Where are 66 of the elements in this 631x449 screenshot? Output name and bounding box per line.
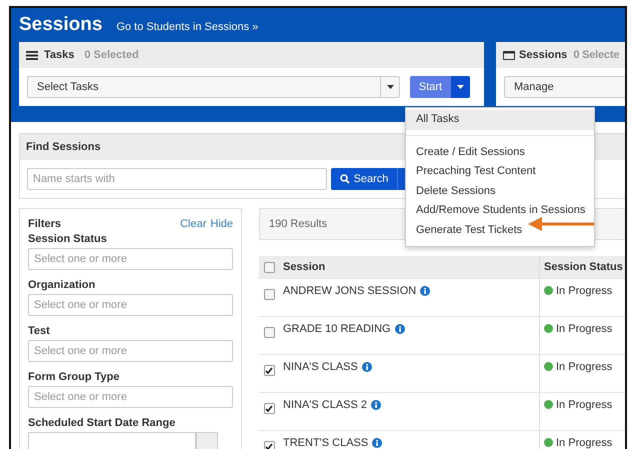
filter-field[interactable]: Select one or more xyxy=(28,248,233,270)
filter-field[interactable]: Select one or more xyxy=(28,386,233,408)
search-button[interactable]: Search xyxy=(331,168,397,190)
menu-item[interactable]: Precaching Test Content xyxy=(416,162,536,182)
session-status: In Progress xyxy=(556,323,612,337)
row-checkbox[interactable] xyxy=(264,365,274,376)
filter-field[interactable]: Select one or more xyxy=(28,340,233,362)
results-count: 190 Results xyxy=(269,218,328,230)
row-checkbox[interactable] xyxy=(264,403,274,414)
tasks-select[interactable]: Select Tasks xyxy=(27,76,400,98)
menu-item[interactable]: Create / Edit Sessions xyxy=(416,142,525,162)
menu-item[interactable]: Generate Test Tickets xyxy=(416,220,522,240)
panel-title: Find Sessions xyxy=(26,141,101,153)
info-icon[interactable] xyxy=(362,362,372,372)
row-checkbox[interactable] xyxy=(264,289,274,300)
session-status: In Progress xyxy=(556,399,612,413)
menu-item[interactable]: All Tasks xyxy=(406,110,594,130)
session-status: In Progress xyxy=(556,361,612,375)
filter-field[interactable]: Select one or more xyxy=(28,294,233,316)
clear-link[interactable]: Clear xyxy=(180,218,206,233)
page-title: Sessions xyxy=(19,14,102,36)
row-checkbox[interactable] xyxy=(264,327,274,338)
session-name: ANDREW JONS SESSION xyxy=(283,285,416,297)
session-status: In Progress xyxy=(556,437,612,449)
card-title: Tasks xyxy=(44,49,74,61)
window-icon xyxy=(503,50,515,60)
card-title: Sessions xyxy=(519,49,568,61)
filter-label: Test xyxy=(28,325,51,337)
column-header: Session xyxy=(282,260,326,275)
hide-link[interactable]: Hide xyxy=(210,218,233,233)
filter-label: Form Group Type xyxy=(28,371,120,383)
selected-count: 0 Selecte xyxy=(573,49,620,61)
select-all-checkbox[interactable] xyxy=(264,262,274,273)
session-name: GRADE 10 READING xyxy=(283,323,391,335)
filter-label: Organization xyxy=(28,279,96,291)
session-name: NINA'S CLASS 2 xyxy=(283,399,368,411)
filter-label: Scheduled Start Date Range xyxy=(28,417,176,429)
list-icon xyxy=(26,50,38,60)
status-dot xyxy=(544,362,553,371)
date-field[interactable] xyxy=(28,432,196,449)
start-dropdown-button[interactable] xyxy=(451,76,470,98)
menu-item[interactable]: Delete Sessions xyxy=(416,182,496,201)
status-dot xyxy=(544,400,553,409)
filter-label: Session Status xyxy=(28,233,108,245)
info-icon[interactable] xyxy=(372,438,382,448)
search-icon xyxy=(340,174,350,184)
caret-icon xyxy=(457,85,464,89)
session-name: TRENT'S CLASS xyxy=(283,437,368,449)
status-dot xyxy=(544,324,553,333)
session-name: NINA'S CLASS xyxy=(283,361,358,373)
search-field[interactable]: Name starts with xyxy=(27,168,327,190)
status-dot xyxy=(544,286,553,295)
filters-title: Filters xyxy=(28,218,62,230)
manage-select[interactable]: Manage xyxy=(504,76,625,98)
column-header: Session Status xyxy=(539,256,625,278)
status-dot xyxy=(544,438,553,447)
selected-count: 0 Selected xyxy=(84,49,139,61)
start-button[interactable]: Start xyxy=(410,76,451,98)
caret-icon xyxy=(386,85,394,89)
menu-item[interactable]: Add/Remove Students in Sessions xyxy=(416,201,586,220)
info-icon[interactable] xyxy=(371,400,382,410)
info-icon[interactable] xyxy=(394,324,405,334)
row-checkbox[interactable] xyxy=(264,441,274,449)
info-icon[interactable] xyxy=(420,286,430,296)
students-link[interactable]: Go to Students in Sessions » xyxy=(116,21,258,33)
session-status: In Progress xyxy=(556,285,612,299)
